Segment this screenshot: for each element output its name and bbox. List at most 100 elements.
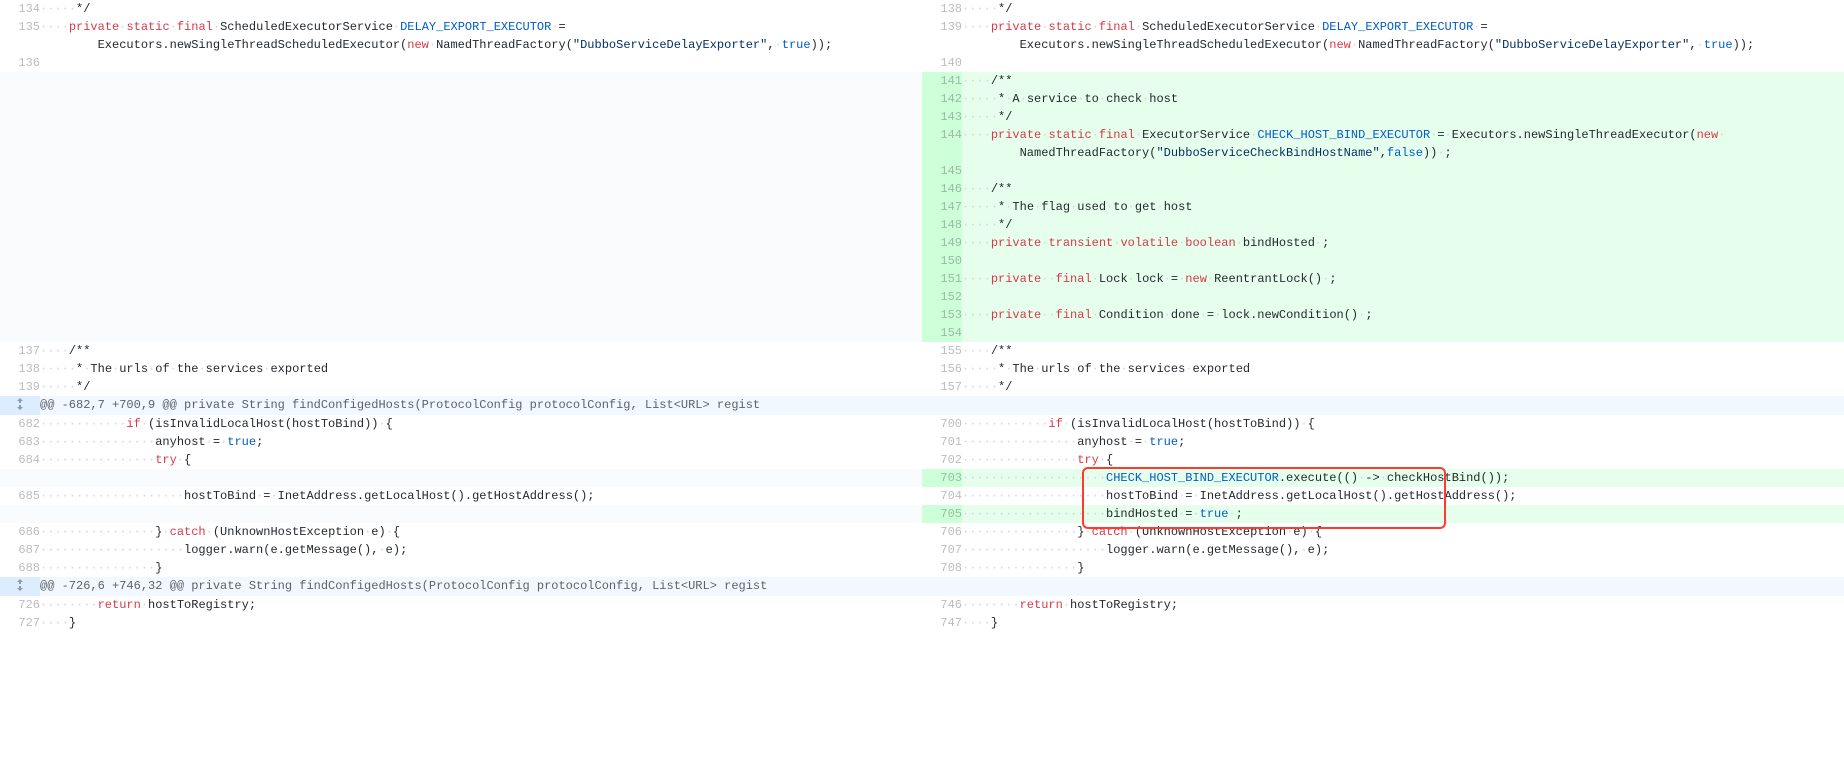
line-number-left[interactable]: 684 (0, 451, 40, 469)
code-right: ·····*/ (962, 108, 1844, 126)
expand-icon[interactable] (0, 577, 40, 596)
line-number-left[interactable]: 138 (0, 360, 40, 378)
line-number-left[interactable]: 134 (0, 0, 40, 18)
line-number-right[interactable]: 150 (922, 252, 962, 270)
diff-row: 136 140 (0, 54, 1844, 72)
line-number-left[interactable]: 682 (0, 415, 40, 433)
code-right: ·····*/ (962, 216, 1844, 234)
hunk-text: @@ -682,7 +700,9 @@ private String findC… (40, 396, 1844, 415)
diff-row: 727 ····} 747 ····} (0, 614, 1844, 632)
code-left-empty (40, 72, 922, 342)
code-right: ····/** (962, 342, 1844, 360)
diff-row: 686 ················}·catch·(UnknownHost… (0, 523, 1844, 541)
line-number-right[interactable]: 140 (922, 54, 962, 72)
line-number-right[interactable]: 141 (922, 72, 962, 90)
line-number-right[interactable]: 148 (922, 216, 962, 234)
code-right: ····} (962, 614, 1844, 632)
line-number-right[interactable]: 705 (922, 505, 962, 523)
diff-row: 134 ·····*/ 138 ·····*/ (0, 0, 1844, 18)
code-right: ·····*/ (962, 0, 1844, 18)
diff-row: 135 ····private·static·final·ScheduledEx… (0, 18, 1844, 36)
diff-row: 684 ················try·{ 702 ··········… (0, 451, 1844, 469)
line-number-right[interactable]: 145 (922, 162, 962, 180)
diff-row: 703 ····················CHECK_HOST_BIND_… (0, 469, 1844, 487)
line-number-right[interactable]: 700 (922, 415, 962, 433)
code-right (962, 252, 1844, 270)
code-left: Executors.newSingleThreadScheduledExecut… (40, 36, 922, 54)
hunk-text: @@ -726,6 +746,32 @@ private String find… (40, 577, 1844, 596)
code-left: ········return·hostToRegistry; (40, 596, 922, 614)
line-number-right[interactable]: 746 (922, 596, 962, 614)
line-number-left[interactable]: 139 (0, 378, 40, 396)
code-right: ····················hostToBind·=·InetAdd… (962, 487, 1844, 505)
hunk-header[interactable]: @@ -682,7 +700,9 @@ private String findC… (0, 396, 1844, 415)
line-number-left[interactable] (0, 36, 40, 54)
code-left: ····private·static·final·ScheduledExecut… (40, 18, 922, 36)
code-right: ············if·(isInvalidLocalHost(hostT… (962, 415, 1844, 433)
line-number-right[interactable]: 708 (922, 559, 962, 577)
line-number-right[interactable]: 146 (922, 180, 962, 198)
line-number-right[interactable]: 747 (922, 614, 962, 632)
code-right: ····private·static·final·ExecutorService… (962, 126, 1844, 144)
code-right (962, 162, 1844, 180)
line-number-left[interactable]: 688 (0, 559, 40, 577)
line-number-right[interactable] (922, 36, 962, 54)
code-right: ················} (962, 559, 1844, 577)
line-number-right[interactable]: 142 (922, 90, 962, 108)
line-number-right[interactable]: 147 (922, 198, 962, 216)
line-number-right[interactable]: 154 (922, 324, 962, 342)
line-number-left[interactable]: 727 (0, 614, 40, 632)
code-right: ····/** (962, 180, 1844, 198)
line-number-right[interactable]: 138 (922, 0, 962, 18)
code-left-empty (40, 469, 922, 487)
diff-row: 687 ····················logger.warn(e.ge… (0, 541, 1844, 559)
code-right: ····················CHECK_HOST_BIND_EXEC… (962, 469, 1844, 487)
line-number-right[interactable]: 151 (922, 270, 962, 288)
line-number-right[interactable]: 702 (922, 451, 962, 469)
code-right: ·····*·A·service·to·check·host (962, 90, 1844, 108)
code-left: ····················logger.warn(e.getMes… (40, 541, 922, 559)
line-number-right[interactable]: 707 (922, 541, 962, 559)
code-right: ·····*/ (962, 378, 1844, 396)
code-right (962, 324, 1844, 342)
line-number-right[interactable]: 703 (922, 469, 962, 487)
line-number-right[interactable]: 156 (922, 360, 962, 378)
diff-row: 726 ········return·hostToRegistry; 746 ·… (0, 596, 1844, 614)
line-number-right[interactable]: 155 (922, 342, 962, 360)
line-number-right[interactable]: 153 (922, 306, 962, 324)
line-number-right[interactable]: 152 (922, 288, 962, 306)
code-right: Executors.newSingleThreadScheduledExecut… (962, 36, 1844, 54)
hunk-header[interactable]: @@ -726,6 +746,32 @@ private String find… (0, 577, 1844, 596)
diff-row: 682 ············if·(isInvalidLocalHost(h… (0, 415, 1844, 433)
diff-row: 685 ····················hostToBind·=·Ine… (0, 487, 1844, 505)
line-number-left (0, 469, 40, 487)
line-number-left[interactable]: 687 (0, 541, 40, 559)
line-number-right[interactable]: 144 (922, 126, 962, 144)
line-number-left (0, 505, 40, 523)
code-right: ····private··final·Condition·done·=·lock… (962, 306, 1844, 324)
diff-row: 138 ·····*·The·urls·of·the·services·expo… (0, 360, 1844, 378)
line-number-left[interactable]: 685 (0, 487, 40, 505)
line-number-right[interactable]: 704 (922, 487, 962, 505)
line-number-left[interactable]: 683 (0, 433, 40, 451)
code-left: ················} (40, 559, 922, 577)
diff-view: 134 ·····*/ 138 ·····*/ 135 ····private·… (0, 0, 1844, 632)
line-number-left[interactable]: 137 (0, 342, 40, 360)
line-number-left[interactable]: 686 (0, 523, 40, 541)
diff-row: 688 ················} 708 ··············… (0, 559, 1844, 577)
line-number-right[interactable]: 149 (922, 234, 962, 252)
line-number-right[interactable]: 139 (922, 18, 962, 36)
diff-row: 683 ················anyhost·=·true; 701 … (0, 433, 1844, 451)
line-number-left[interactable]: 135 (0, 18, 40, 36)
diff-row: 705 ····················bindHosted·=·tru… (0, 505, 1844, 523)
expand-icon[interactable] (0, 396, 40, 415)
line-number-left[interactable]: 726 (0, 596, 40, 614)
line-number-right[interactable] (922, 144, 962, 162)
line-number-right[interactable]: 706 (922, 523, 962, 541)
line-number-left[interactable]: 136 (0, 54, 40, 72)
line-number-right[interactable]: 701 (922, 433, 962, 451)
code-left: ····················hostToBind·=·InetAdd… (40, 487, 922, 505)
code-right: ·····*·The·flag·used·to·get·host (962, 198, 1844, 216)
line-number-right[interactable]: 143 (922, 108, 962, 126)
line-number-right[interactable]: 157 (922, 378, 962, 396)
